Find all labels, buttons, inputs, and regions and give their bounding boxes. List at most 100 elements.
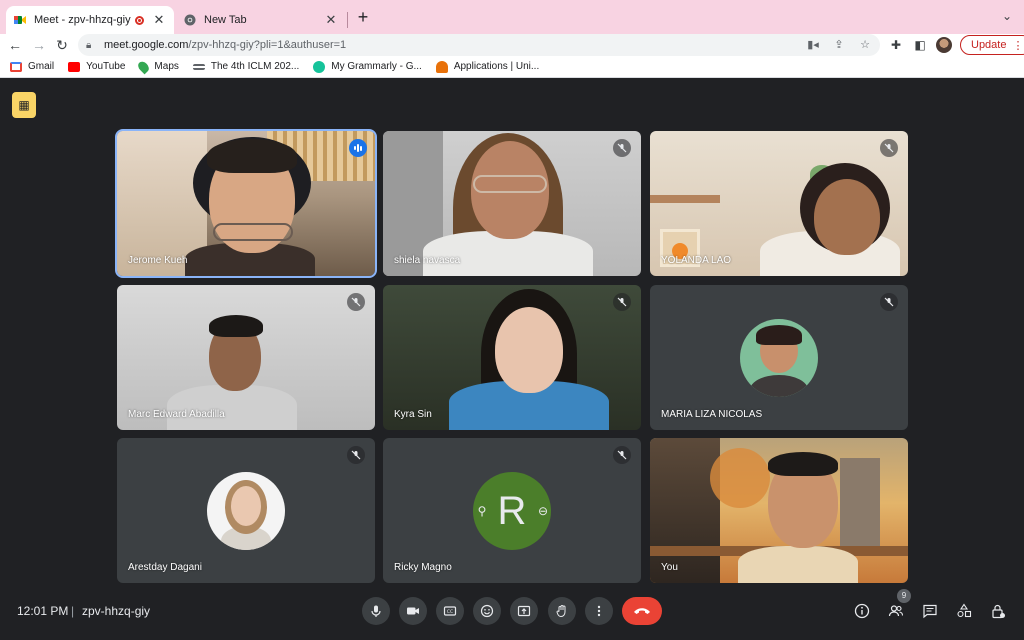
close-tab-icon[interactable]: ✕ — [152, 12, 166, 28]
participant-name: YOLANDA LAO — [661, 255, 732, 266]
lock-icon: 🔒︎ — [86, 39, 92, 51]
closed-captions-icon: CC — [443, 606, 457, 616]
tab-search-chevron-icon[interactable]: ⌄ — [1002, 9, 1012, 23]
participant-tile-shiela-navasca[interactable]: shiela navasca — [383, 131, 641, 276]
raise-hand-button[interactable] — [548, 597, 576, 625]
chrome-icon — [184, 14, 196, 26]
meeting-code: zpv-hhzq-giy — [82, 604, 151, 618]
people-button[interactable] — [886, 601, 906, 621]
people-icon — [888, 605, 904, 617]
avatar — [740, 318, 818, 397]
pin-icon[interactable]: ⚲ — [475, 504, 489, 518]
update-button[interactable]: Update ⋮ — [960, 35, 1024, 55]
participant-face — [495, 307, 563, 393]
new-tab-button[interactable]: + — [354, 8, 372, 26]
side-panel-icon[interactable]: ◧ — [912, 37, 928, 53]
participant-body — [738, 546, 858, 583]
bookmark-maps[interactable]: Maps — [136, 59, 179, 74]
participant-tile-arestday-dagani[interactable]: Arestday Dagani — [117, 438, 375, 583]
reload-icon[interactable]: ↻ — [53, 36, 71, 54]
remove-participant-icon[interactable]: ⊖ — [536, 504, 550, 518]
kebab-menu-icon: ⋮ — [1012, 39, 1024, 52]
close-tab-icon[interactable]: ✕ — [324, 12, 338, 28]
microphone-button[interactable] — [362, 597, 390, 625]
forward-arrow-icon[interactable]: → — [30, 36, 48, 54]
participant-tile-ricky-magno[interactable]: R ⚲ ⋯ ⊖ Ricky Magno — [383, 438, 641, 583]
muted-mic-icon — [880, 139, 898, 157]
participant-tile-you[interactable]: You — [650, 438, 908, 583]
background-shelf — [650, 195, 720, 203]
participant-face — [814, 179, 880, 255]
leave-call-button[interactable] — [622, 597, 662, 625]
bookmark-grammarly[interactable]: My Grammarly - G... — [313, 60, 422, 73]
participant-name: Kyra Sin — [394, 409, 432, 420]
reactions-button[interactable] — [473, 597, 501, 625]
muted-mic-icon — [880, 293, 898, 311]
background-tree — [710, 448, 770, 508]
chat-icon — [923, 604, 937, 619]
bookmark-label: My Grammarly - G... — [331, 61, 422, 72]
lock-person-icon — [992, 604, 1005, 619]
tab-meet[interactable]: Meet - zpv-hhzq-giy ✕ — [6, 6, 174, 34]
activities-shapes-icon — [957, 603, 972, 618]
participant-tile-jerome-kueh[interactable]: Jerome Kueh — [115, 129, 377, 278]
participant-tile-yolanda-lao[interactable]: YOLANDA LAO — [650, 131, 908, 276]
bookmark-label: The 4th ICLM 202... — [210, 61, 300, 72]
bookmark-gmail[interactable]: Gmail — [10, 61, 54, 72]
url-path: /zpv-hhzq-giy?pli=1&authuser=1 — [188, 39, 347, 51]
bookmarks-bar: Gmail YouTube Maps The 4th ICLM 202... M… — [0, 56, 1024, 78]
microphone-icon — [371, 605, 381, 617]
captions-button[interactable]: CC — [436, 597, 464, 625]
background-castle — [840, 458, 880, 548]
more-options-icon[interactable]: ⋯ — [503, 504, 521, 518]
tab-new-tab[interactable]: New Tab ✕ — [176, 6, 346, 34]
participant-tile-maria-liza-nicolas[interactable]: MARIA LIZA NICOLAS — [650, 285, 908, 430]
share-icon[interactable]: ⇪ — [832, 37, 846, 53]
bookmark-iclm[interactable]: The 4th ICLM 202... — [192, 61, 300, 72]
participant-tile-marc-edward-abadilla[interactable]: Marc Edward Abadilla — [117, 285, 375, 430]
bookmark-youtube[interactable]: YouTube — [68, 61, 125, 72]
tab-divider — [347, 12, 348, 28]
address-bar[interactable]: 🔒︎ meet.google.com/zpv-hhzq-giy?pli=1&au… — [78, 34, 880, 56]
participant-hair — [209, 315, 263, 337]
emoji-icon — [480, 604, 494, 618]
recording-indicator-icon — [135, 15, 144, 25]
tab-title: New Tab — [204, 14, 247, 26]
participant-count-badge: 9 — [897, 589, 911, 603]
activities-button[interactable] — [954, 601, 974, 621]
chat-button[interactable] — [920, 601, 940, 621]
meeting-details-button[interactable] — [852, 601, 872, 621]
separator: | — [71, 604, 75, 618]
tab-title: Meet - zpv-hhzq-giy — [34, 14, 131, 26]
glasses — [473, 175, 547, 193]
participant-name: Marc Edward Abadilla — [128, 409, 225, 420]
muted-mic-icon — [347, 446, 365, 464]
participant-name: Ricky Magno — [394, 562, 452, 573]
present-screen-button[interactable] — [510, 597, 538, 625]
back-arrow-icon[interactable]: ← — [6, 36, 24, 54]
bookmark-label: YouTube — [86, 61, 126, 72]
present-screen-icon — [517, 605, 531, 617]
meeting-time: 12:01 PM — [17, 604, 69, 618]
participant-hair — [768, 452, 838, 476]
info-icon — [854, 603, 870, 619]
muted-mic-icon — [613, 446, 631, 464]
participant-hair — [207, 139, 297, 173]
muted-mic-icon — [347, 293, 365, 311]
camera-in-use-icon[interactable]: ▮◂ — [806, 37, 820, 53]
tab-strip: Meet - zpv-hhzq-giy ✕ New Tab ✕ + ⌄ — [0, 0, 1024, 34]
more-options-button[interactable] — [585, 597, 613, 625]
profile-avatar[interactable] — [936, 37, 952, 53]
muted-mic-icon — [613, 139, 631, 157]
muted-mic-icon — [613, 293, 631, 311]
extensions-puzzle-icon[interactable]: ✚ — [888, 37, 904, 53]
bookmark-applications[interactable]: Applications | Uni... — [435, 60, 539, 73]
camera-button[interactable] — [399, 597, 427, 625]
participant-tile-kyra-sin[interactable]: Kyra Sin — [383, 285, 641, 430]
update-label: Update — [971, 39, 1007, 51]
captions-off-icon[interactable]: ▦ — [12, 92, 36, 118]
avatar — [207, 471, 285, 550]
speaking-indicator-icon — [349, 139, 367, 157]
host-controls-button[interactable] — [988, 601, 1008, 621]
bookmark-star-icon[interactable]: ☆ — [858, 37, 872, 53]
